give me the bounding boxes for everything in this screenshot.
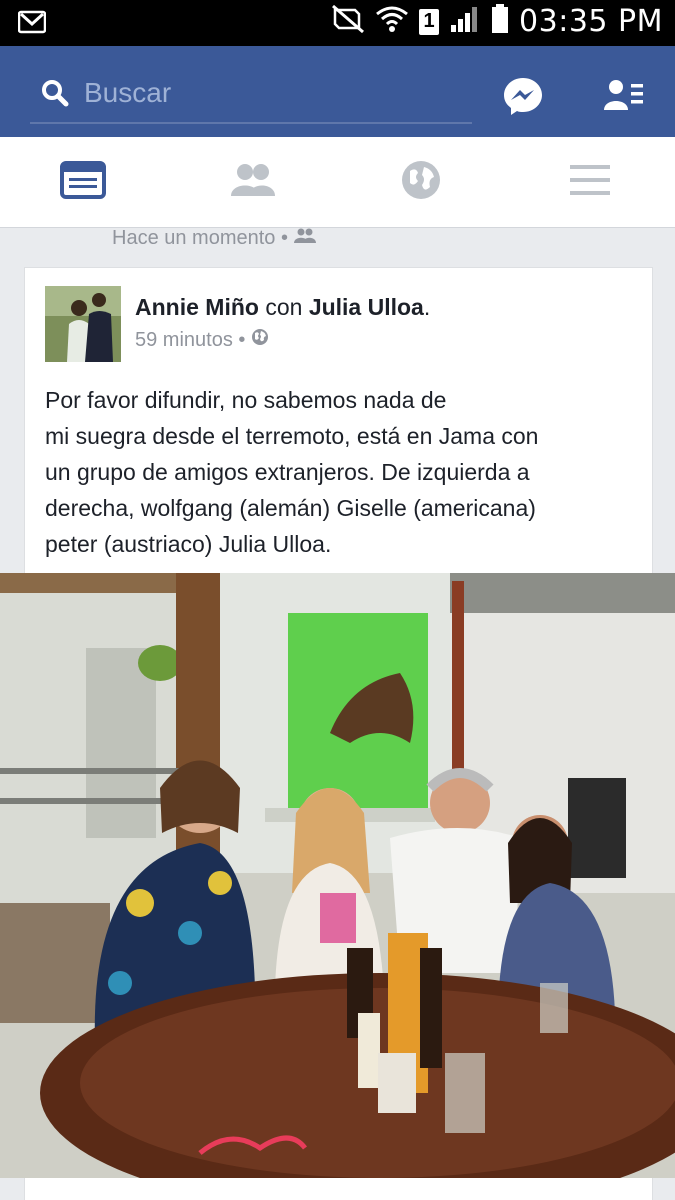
sim-indicator: 1 — [419, 8, 440, 35]
tab-friends[interactable] — [230, 161, 276, 203]
tagged-name[interactable]: Julia Ulloa — [309, 294, 424, 320]
friends-privacy-icon — [293, 227, 316, 250]
status-bar: 1 03:35 PM — [0, 0, 675, 46]
with-word: con — [265, 294, 303, 320]
menu-icon — [569, 163, 611, 202]
globe-icon — [400, 159, 442, 206]
app-header — [0, 46, 675, 137]
post-text: Por favor difundir, no sabemos nada de m… — [45, 387, 539, 557]
previous-post-timestamp: Hace un momento • — [112, 227, 316, 250]
avatar[interactable] — [45, 286, 121, 362]
tab-menu[interactable] — [567, 161, 613, 203]
wifi-icon — [375, 4, 409, 39]
post-meta: 59 minutos • — [135, 328, 269, 352]
tab-bar — [0, 137, 675, 228]
search-icon — [40, 78, 70, 113]
tab-notifications[interactable] — [398, 159, 444, 206]
post-card-bottom — [24, 1178, 653, 1200]
friends-icon — [230, 162, 276, 203]
post-header: Annie Miño con Julia Ulloa. — [135, 294, 430, 321]
public-globe-icon — [251, 328, 269, 352]
gmail-notification-icon — [17, 10, 47, 39]
news-feed-icon — [60, 160, 106, 204]
period: . — [423, 294, 431, 320]
clock: 03:35 PM — [519, 4, 663, 39]
post-time[interactable]: 59 minutos • — [135, 329, 245, 352]
post-photo[interactable] — [0, 573, 675, 1178]
signal-icon — [449, 5, 481, 38]
author-name[interactable]: Annie Miño — [135, 294, 259, 320]
battery-icon — [491, 4, 509, 39]
friend-requests-icon[interactable] — [604, 78, 644, 117]
search-input[interactable] — [82, 72, 466, 114]
mute-icon — [331, 4, 365, 39]
post-card: Annie Miño con Julia Ulloa. 59 minutos •… — [24, 267, 653, 578]
search-bar[interactable] — [30, 66, 472, 124]
messenger-icon[interactable] — [503, 76, 543, 121]
tab-news-feed[interactable] — [60, 160, 106, 204]
